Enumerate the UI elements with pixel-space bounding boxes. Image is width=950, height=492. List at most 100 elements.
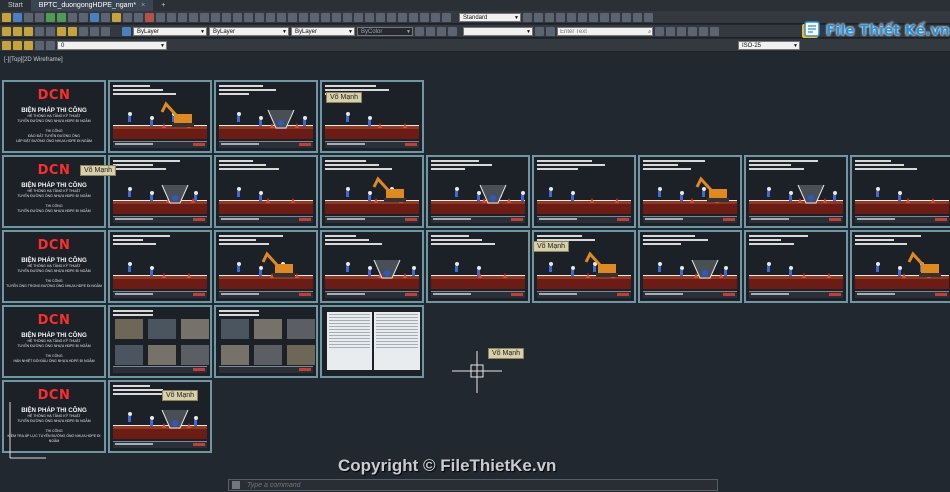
dim-radius-icon[interactable]: [556, 12, 565, 22]
layer-isolate-icon[interactable]: [35, 26, 44, 36]
ortho-icon[interactable]: [437, 26, 446, 36]
layer-state-icon[interactable]: [13, 26, 22, 36]
tolerance-icon[interactable]: [611, 12, 620, 22]
drawing-sheet[interactable]: [108, 80, 212, 153]
leader-icon[interactable]: [387, 12, 396, 22]
scale-icon[interactable]: [332, 12, 341, 22]
viewport-controls[interactable]: [-][Top][2D Wireframe]: [4, 57, 63, 63]
dimension-icon[interactable]: [376, 12, 385, 22]
layer-dropdown-field[interactable]: ▼: [463, 26, 533, 36]
close-tab-icon[interactable]: ×: [141, 2, 145, 9]
drawing-sheet[interactable]: [426, 230, 530, 303]
drawing-sheet[interactable]: [108, 155, 212, 228]
line-icon[interactable]: [167, 12, 176, 22]
drawing-sheet[interactable]: [320, 80, 424, 153]
layer-previous-icon[interactable]: [24, 26, 33, 36]
drawing-sheet[interactable]: [214, 80, 318, 153]
table-style-icon[interactable]: [699, 26, 708, 36]
drawing-sheet[interactable]: [320, 230, 424, 303]
drawing-sheet[interactable]: [214, 155, 318, 228]
block-icon[interactable]: [398, 12, 407, 22]
insert-icon[interactable]: [409, 12, 418, 22]
tab-start[interactable]: Start: [0, 0, 31, 11]
drawing-sheet[interactable]: [850, 155, 950, 228]
color-icon[interactable]: [122, 26, 131, 36]
command-input[interactable]: [245, 480, 629, 490]
tab-drawing[interactable]: BPTC_duongongHDPE_ngam* ×: [30, 0, 154, 11]
color-dropdown[interactable]: ByLayer ▼: [133, 26, 207, 36]
command-history-icon[interactable]: [232, 481, 240, 489]
rotate-icon[interactable]: [255, 12, 264, 22]
pan-icon[interactable]: [68, 12, 77, 22]
layer-freeze-icon[interactable]: [57, 26, 66, 36]
plot-style-icon[interactable]: [710, 26, 719, 36]
unlock-icon[interactable]: [35, 40, 44, 50]
dim-aligned-icon[interactable]: [534, 12, 543, 22]
layer-unisolate-icon[interactable]: [46, 26, 55, 36]
array-icon[interactable]: [354, 12, 363, 22]
layer-dropdown[interactable]: 0 ▼: [57, 40, 167, 50]
open-file-icon[interactable]: [13, 12, 22, 22]
copy-icon[interactable]: [244, 12, 253, 22]
extend-icon[interactable]: [299, 12, 308, 22]
dim-baseline-icon[interactable]: [589, 12, 598, 22]
layer-properties-icon[interactable]: [2, 26, 11, 36]
text-style-icon[interactable]: [666, 26, 675, 36]
design-center-icon[interactable]: [112, 12, 121, 22]
sheet-set-icon[interactable]: [134, 12, 143, 22]
circle-icon[interactable]: [189, 12, 198, 22]
drawing-sheet[interactable]: [532, 155, 636, 228]
new-tab-button[interactable]: +: [153, 0, 173, 11]
dim-linear-icon[interactable]: [523, 12, 532, 22]
multileader-style-icon[interactable]: [688, 26, 697, 36]
center-mark-icon[interactable]: [622, 12, 631, 22]
find-icon[interactable]: [535, 26, 544, 36]
dim-style-icon[interactable]: [677, 26, 686, 36]
drawing-sheet[interactable]: [850, 230, 950, 303]
calculator-icon[interactable]: [156, 12, 165, 22]
tool-palette-icon[interactable]: [123, 12, 132, 22]
match-properties-icon[interactable]: [101, 12, 110, 22]
undo-icon[interactable]: [46, 12, 55, 22]
arc-icon[interactable]: [200, 12, 209, 22]
polar-icon[interactable]: [448, 26, 457, 36]
linetype-dropdown[interactable]: ByLayer ▼: [209, 26, 289, 36]
drawing-sheet[interactable]: [214, 230, 318, 303]
drawing-sheet[interactable]: [426, 155, 530, 228]
color-square-icon[interactable]: [46, 40, 55, 50]
properties-icon[interactable]: [90, 12, 99, 22]
sun-icon[interactable]: [24, 40, 33, 50]
fillet-icon[interactable]: [310, 12, 319, 22]
explode-icon[interactable]: [321, 12, 330, 22]
cover-sheet[interactable]: DCN BIỆN PHÁP THI CÔNG HỆ THỐNG HẠ TẦNG KỸ…: [2, 80, 106, 153]
text-style-dropdown[interactable]: Standard ▼: [459, 12, 521, 22]
plotstyle-dropdown[interactable]: ByColor ▼: [357, 26, 413, 36]
cover-sheet[interactable]: DCN BIỆN PHÁP THI CÔNG HỆ THỐNG HẠ TẦNG KỸ…: [2, 305, 106, 378]
table-icon[interactable]: [420, 12, 429, 22]
spell-check-icon[interactable]: [655, 26, 664, 36]
move-icon[interactable]: [233, 12, 242, 22]
polyline-icon[interactable]: [178, 12, 187, 22]
print-icon[interactable]: [35, 12, 44, 22]
new-file-icon[interactable]: [2, 12, 11, 22]
dim-style-dropdown[interactable]: ISO-25 ▼: [738, 40, 800, 50]
text-icon[interactable]: [365, 12, 374, 22]
layer-manager-icon[interactable]: [2, 40, 11, 50]
dim-ordinate-icon[interactable]: [578, 12, 587, 22]
drawing-sheet[interactable]: [320, 305, 424, 378]
dim-update-icon[interactable]: [644, 12, 653, 22]
drawing-sheet[interactable]: [744, 155, 848, 228]
snap-icon[interactable]: [415, 26, 424, 36]
layer-off-icon[interactable]: [68, 26, 77, 36]
drawing-sheet[interactable]: [214, 305, 318, 378]
dim-angular-icon[interactable]: [545, 12, 554, 22]
lineweight-dropdown[interactable]: ByLayer ▼: [291, 26, 355, 36]
drawing-canvas[interactable]: [-][Top][2D Wireframe] DCN BIỆN PHÁP THI …: [0, 54, 950, 478]
dim-edit-icon[interactable]: [633, 12, 642, 22]
replace-icon[interactable]: [546, 26, 555, 36]
find-text-field[interactable]: ⌕: [557, 26, 653, 36]
dim-diameter-icon[interactable]: [567, 12, 576, 22]
cover-sheet[interactable]: DCN BIỆN PHÁP THI CÔNG HỆ THỐNG HẠ TẦNG KỸ…: [2, 230, 106, 303]
find-text-input[interactable]: [558, 28, 644, 35]
drawing-sheet[interactable]: [638, 230, 742, 303]
